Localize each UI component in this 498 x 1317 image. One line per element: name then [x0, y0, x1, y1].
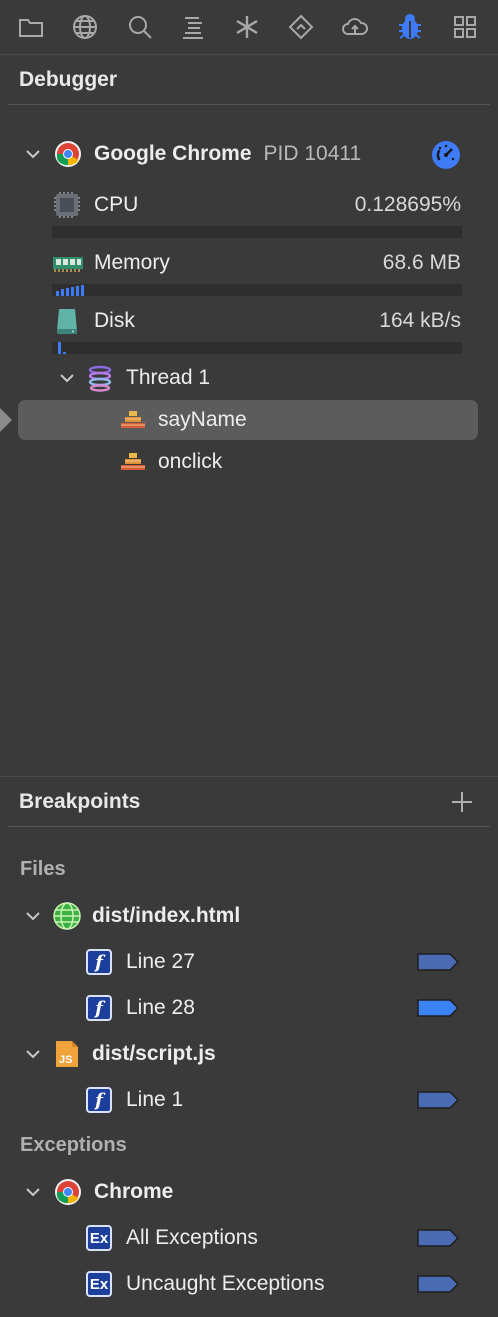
breakpoints-divider [8, 826, 490, 827]
function-icon: f [86, 995, 112, 1021]
debugger-title: Debugger [19, 68, 118, 91]
cpu-label: CPU [94, 193, 139, 216]
memory-label: Memory [94, 251, 170, 274]
toolbar-divider [0, 54, 498, 55]
asterisk-icon[interactable] [232, 12, 262, 42]
disk-sparkline [58, 342, 66, 354]
debugger-divider [8, 104, 490, 105]
breakpoints-title: Breakpoints [19, 790, 141, 813]
file-name: dist/script.js [92, 1042, 216, 1065]
exceptions-heading: Exceptions [20, 1134, 127, 1156]
globe-icon[interactable] [70, 12, 100, 42]
memory-sparkline [56, 285, 84, 296]
breakpoint-toggle-inactive[interactable] [417, 952, 459, 972]
section-divider [0, 776, 498, 777]
file-row-script-js[interactable]: JS dist/script.js [24, 1040, 216, 1068]
breakpoint-toggle-inactive[interactable] [417, 1228, 459, 1248]
process-row[interactable]: Google Chrome PID 10411 [24, 140, 361, 168]
html-globe-icon [52, 901, 82, 931]
bug-icon[interactable] [395, 12, 425, 42]
cloud-upload-icon[interactable] [340, 12, 370, 42]
gauge-icon[interactable] [431, 140, 461, 170]
function-icon: f [86, 949, 112, 975]
exception-icon: Ex [86, 1225, 112, 1251]
svg-text:JS: JS [59, 1054, 72, 1066]
chevron-down-icon[interactable] [24, 1183, 42, 1201]
memory-icon [52, 248, 84, 278]
cpu-row: CPU [52, 190, 138, 220]
exceptions-group-label: Chrome [94, 1180, 174, 1203]
chevron-down-icon[interactable] [24, 145, 42, 163]
process-pid: PID 10411 [263, 142, 362, 165]
process-name: Google Chrome [94, 142, 252, 165]
file-name: dist/index.html [92, 904, 241, 927]
cpu-value: 0.128695% [354, 193, 461, 216]
search-icon[interactable] [125, 12, 155, 42]
stack-frame-icon [120, 449, 146, 475]
memory-row: Memory [52, 248, 170, 278]
thread-label: Thread 1 [126, 366, 211, 389]
navigator-toolbar [0, 0, 498, 52]
selected-frame-highlight [18, 400, 478, 440]
breakpoint-row[interactable]: f Line 1 [86, 1086, 183, 1114]
chrome-icon [54, 140, 82, 168]
exceptions-group-chrome[interactable]: Chrome [24, 1178, 173, 1206]
chevron-down-icon[interactable] [24, 907, 42, 925]
thread-row[interactable]: Thread 1 [58, 364, 210, 392]
exception-icon: Ex [86, 1271, 112, 1297]
grid-icon[interactable] [450, 12, 480, 42]
cpu-meter [52, 226, 462, 238]
disk-label: Disk [94, 309, 135, 332]
files-heading: Files [20, 858, 66, 880]
breakpoint-toggle-inactive[interactable] [417, 1090, 459, 1110]
current-frame-indicator [0, 408, 12, 432]
frame-row-onclick[interactable]: onclick [120, 448, 222, 476]
disk-icon [52, 306, 82, 336]
thread-icon [86, 364, 114, 392]
breakpoint-label: Line 27 [126, 950, 195, 973]
breakpoint-row[interactable]: f Line 28 [86, 994, 195, 1022]
breakpoint-label: Line 28 [126, 996, 195, 1019]
frame-label: sayName [158, 408, 247, 431]
chevron-down-icon[interactable] [58, 369, 76, 387]
disk-row: Disk [52, 306, 135, 336]
disk-meter [52, 342, 462, 354]
memory-value: 68.6 MB [382, 251, 461, 274]
file-row-index-html[interactable]: dist/index.html [24, 902, 240, 930]
exception-row[interactable]: Ex All Exceptions [86, 1224, 258, 1252]
folder-icon[interactable] [16, 12, 46, 42]
cpu-icon [52, 190, 82, 220]
breakpoint-toggle-active[interactable] [417, 998, 459, 1018]
memory-meter [52, 284, 462, 296]
exception-label: Uncaught Exceptions [126, 1272, 325, 1295]
frame-row-sayname[interactable]: sayName [120, 406, 247, 434]
js-file-icon: JS [52, 1039, 82, 1069]
add-breakpoint-button[interactable] [450, 790, 474, 814]
frame-label: onclick [158, 450, 223, 473]
function-icon: f [86, 1087, 112, 1113]
exception-row[interactable]: Ex Uncaught Exceptions [86, 1270, 324, 1298]
outline-icon[interactable] [178, 12, 208, 42]
chrome-icon [54, 1178, 82, 1206]
exception-label: All Exceptions [126, 1226, 258, 1249]
breakpoint-row[interactable]: f Line 27 [86, 948, 195, 976]
diamond-icon[interactable] [286, 12, 316, 42]
stack-frame-icon [120, 407, 146, 433]
disk-value: 164 kB/s [379, 309, 461, 332]
breakpoint-toggle-inactive[interactable] [417, 1274, 459, 1294]
chevron-down-icon[interactable] [24, 1045, 42, 1063]
breakpoint-label: Line 1 [126, 1088, 184, 1111]
